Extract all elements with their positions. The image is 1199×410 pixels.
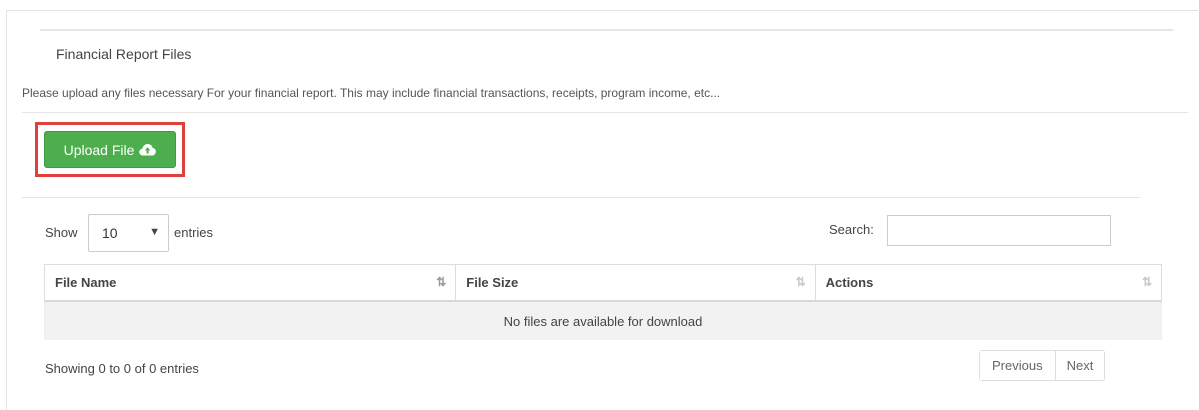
table-info: Showing 0 to 0 of 0 entries bbox=[45, 361, 199, 376]
previous-page-button[interactable]: Previous bbox=[980, 351, 1055, 380]
column-header-file-name[interactable]: File Name ⇅ bbox=[45, 265, 457, 300]
search-input[interactable] bbox=[887, 215, 1111, 246]
empty-message: No files are available for download bbox=[503, 313, 703, 329]
section-description: Please upload any files necessary For yo… bbox=[22, 86, 721, 100]
entries-label: entries bbox=[174, 225, 214, 240]
sort-icon: ⇅ bbox=[1141, 275, 1152, 289]
section-title: Financial Report Files bbox=[56, 46, 192, 62]
divider bbox=[22, 197, 1140, 198]
cloud-upload-icon bbox=[139, 143, 157, 156]
divider bbox=[22, 112, 1188, 113]
table-empty-row: No files are available for download bbox=[44, 302, 1162, 340]
files-table: File Name ⇅ File Size ⇅ Actions ⇅ No fil… bbox=[44, 264, 1162, 340]
table-header: File Name ⇅ File Size ⇅ Actions ⇅ bbox=[44, 264, 1162, 302]
entries-select-value: 10 bbox=[102, 225, 118, 241]
column-header-actions[interactable]: Actions ⇅ bbox=[816, 265, 1161, 300]
caret-down-icon: ▼ bbox=[149, 226, 160, 238]
column-header-label: File Size bbox=[466, 275, 519, 290]
upload-file-button[interactable]: Upload File bbox=[44, 131, 176, 168]
next-page-button[interactable]: Next bbox=[1054, 351, 1105, 380]
sort-ascending-icon: ⇅ bbox=[436, 275, 447, 289]
pagination: Previous Next bbox=[979, 350, 1106, 381]
upload-button-label: Upload File bbox=[63, 141, 135, 158]
search-label: Search: bbox=[829, 222, 874, 237]
column-header-label: Actions bbox=[825, 275, 874, 290]
column-header-label: File Name bbox=[55, 275, 117, 290]
column-header-file-size[interactable]: File Size ⇅ bbox=[456, 265, 816, 300]
show-label: Show bbox=[45, 225, 78, 240]
entries-per-page-select[interactable]: 10 ▼ bbox=[88, 214, 169, 252]
divider bbox=[40, 29, 1173, 31]
sort-icon: ⇅ bbox=[795, 275, 806, 289]
